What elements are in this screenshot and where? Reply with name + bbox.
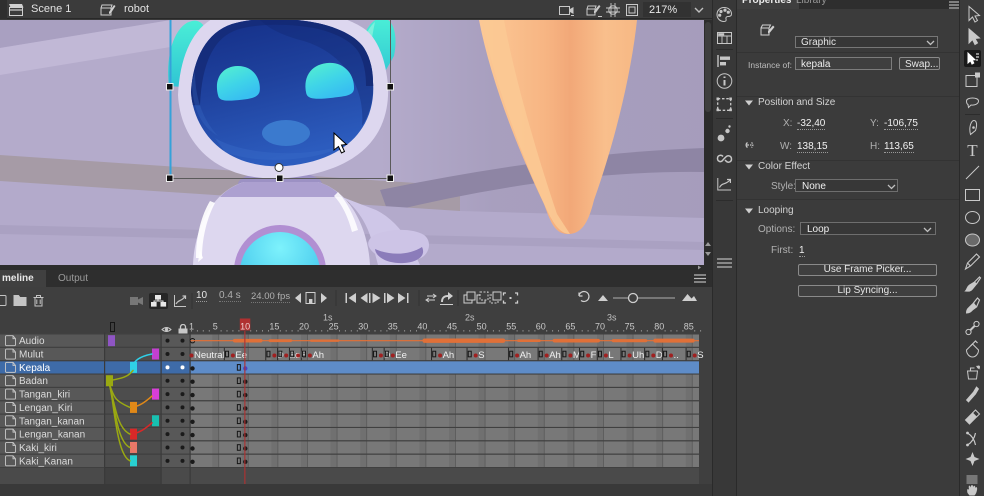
svg-text:80: 80: [654, 322, 664, 332]
svg-text:Ah: Ah: [443, 350, 455, 361]
svg-text:Lengan_Kiri: Lengan_Kiri: [19, 403, 72, 414]
svg-text:Kaki_Kanan: Kaki_Kanan: [19, 456, 73, 467]
svg-text:45: 45: [447, 322, 457, 332]
svg-text:55: 55: [506, 322, 516, 332]
svg-text:D: D: [656, 350, 663, 361]
svg-text:70: 70: [595, 322, 605, 332]
svg-text:Kaki_kiri: Kaki_kiri: [19, 443, 57, 454]
svg-text:35: 35: [388, 322, 398, 332]
svg-text:Ah: Ah: [520, 350, 532, 361]
svg-text:T: T: [967, 141, 978, 160]
svg-text:20: 20: [299, 322, 309, 332]
svg-text:Tangan_kanan: Tangan_kanan: [19, 416, 85, 427]
svg-text:85: 85: [684, 322, 694, 332]
svg-text:60: 60: [536, 322, 546, 332]
svg-text:Ah: Ah: [549, 350, 561, 361]
svg-text:10: 10: [240, 322, 250, 332]
svg-text:5: 5: [213, 322, 218, 332]
svg-text:Audio: Audio: [19, 336, 45, 347]
svg-text:S: S: [478, 350, 484, 361]
svg-text:Lengan_kanan: Lengan_kanan: [19, 430, 85, 441]
svg-text:Tangan_kiri: Tangan_kiri: [19, 390, 70, 401]
svg-text:65: 65: [565, 322, 575, 332]
svg-text:15: 15: [269, 322, 279, 332]
svg-text:Uh: Uh: [632, 350, 644, 361]
svg-text:F: F: [591, 350, 597, 361]
svg-text:Ee: Ee: [395, 350, 407, 361]
svg-text:25: 25: [329, 322, 339, 332]
svg-text:75: 75: [625, 322, 635, 332]
svg-text:2s: 2s: [465, 313, 475, 323]
svg-text:..: ..: [674, 350, 679, 361]
svg-text:40: 40: [417, 322, 427, 332]
svg-text:Badan: Badan: [19, 376, 48, 387]
svg-text:3s: 3s: [607, 313, 617, 323]
svg-text:L: L: [608, 350, 613, 361]
svg-text:S: S: [697, 350, 703, 361]
svg-text:Neutral: Neutral: [194, 350, 225, 361]
svg-text:Mulut: Mulut: [19, 350, 44, 361]
svg-text:50: 50: [477, 322, 487, 332]
svg-text:Ah: Ah: [312, 350, 324, 361]
svg-text:30: 30: [358, 322, 368, 332]
svg-text:Kepala: Kepala: [19, 363, 51, 374]
